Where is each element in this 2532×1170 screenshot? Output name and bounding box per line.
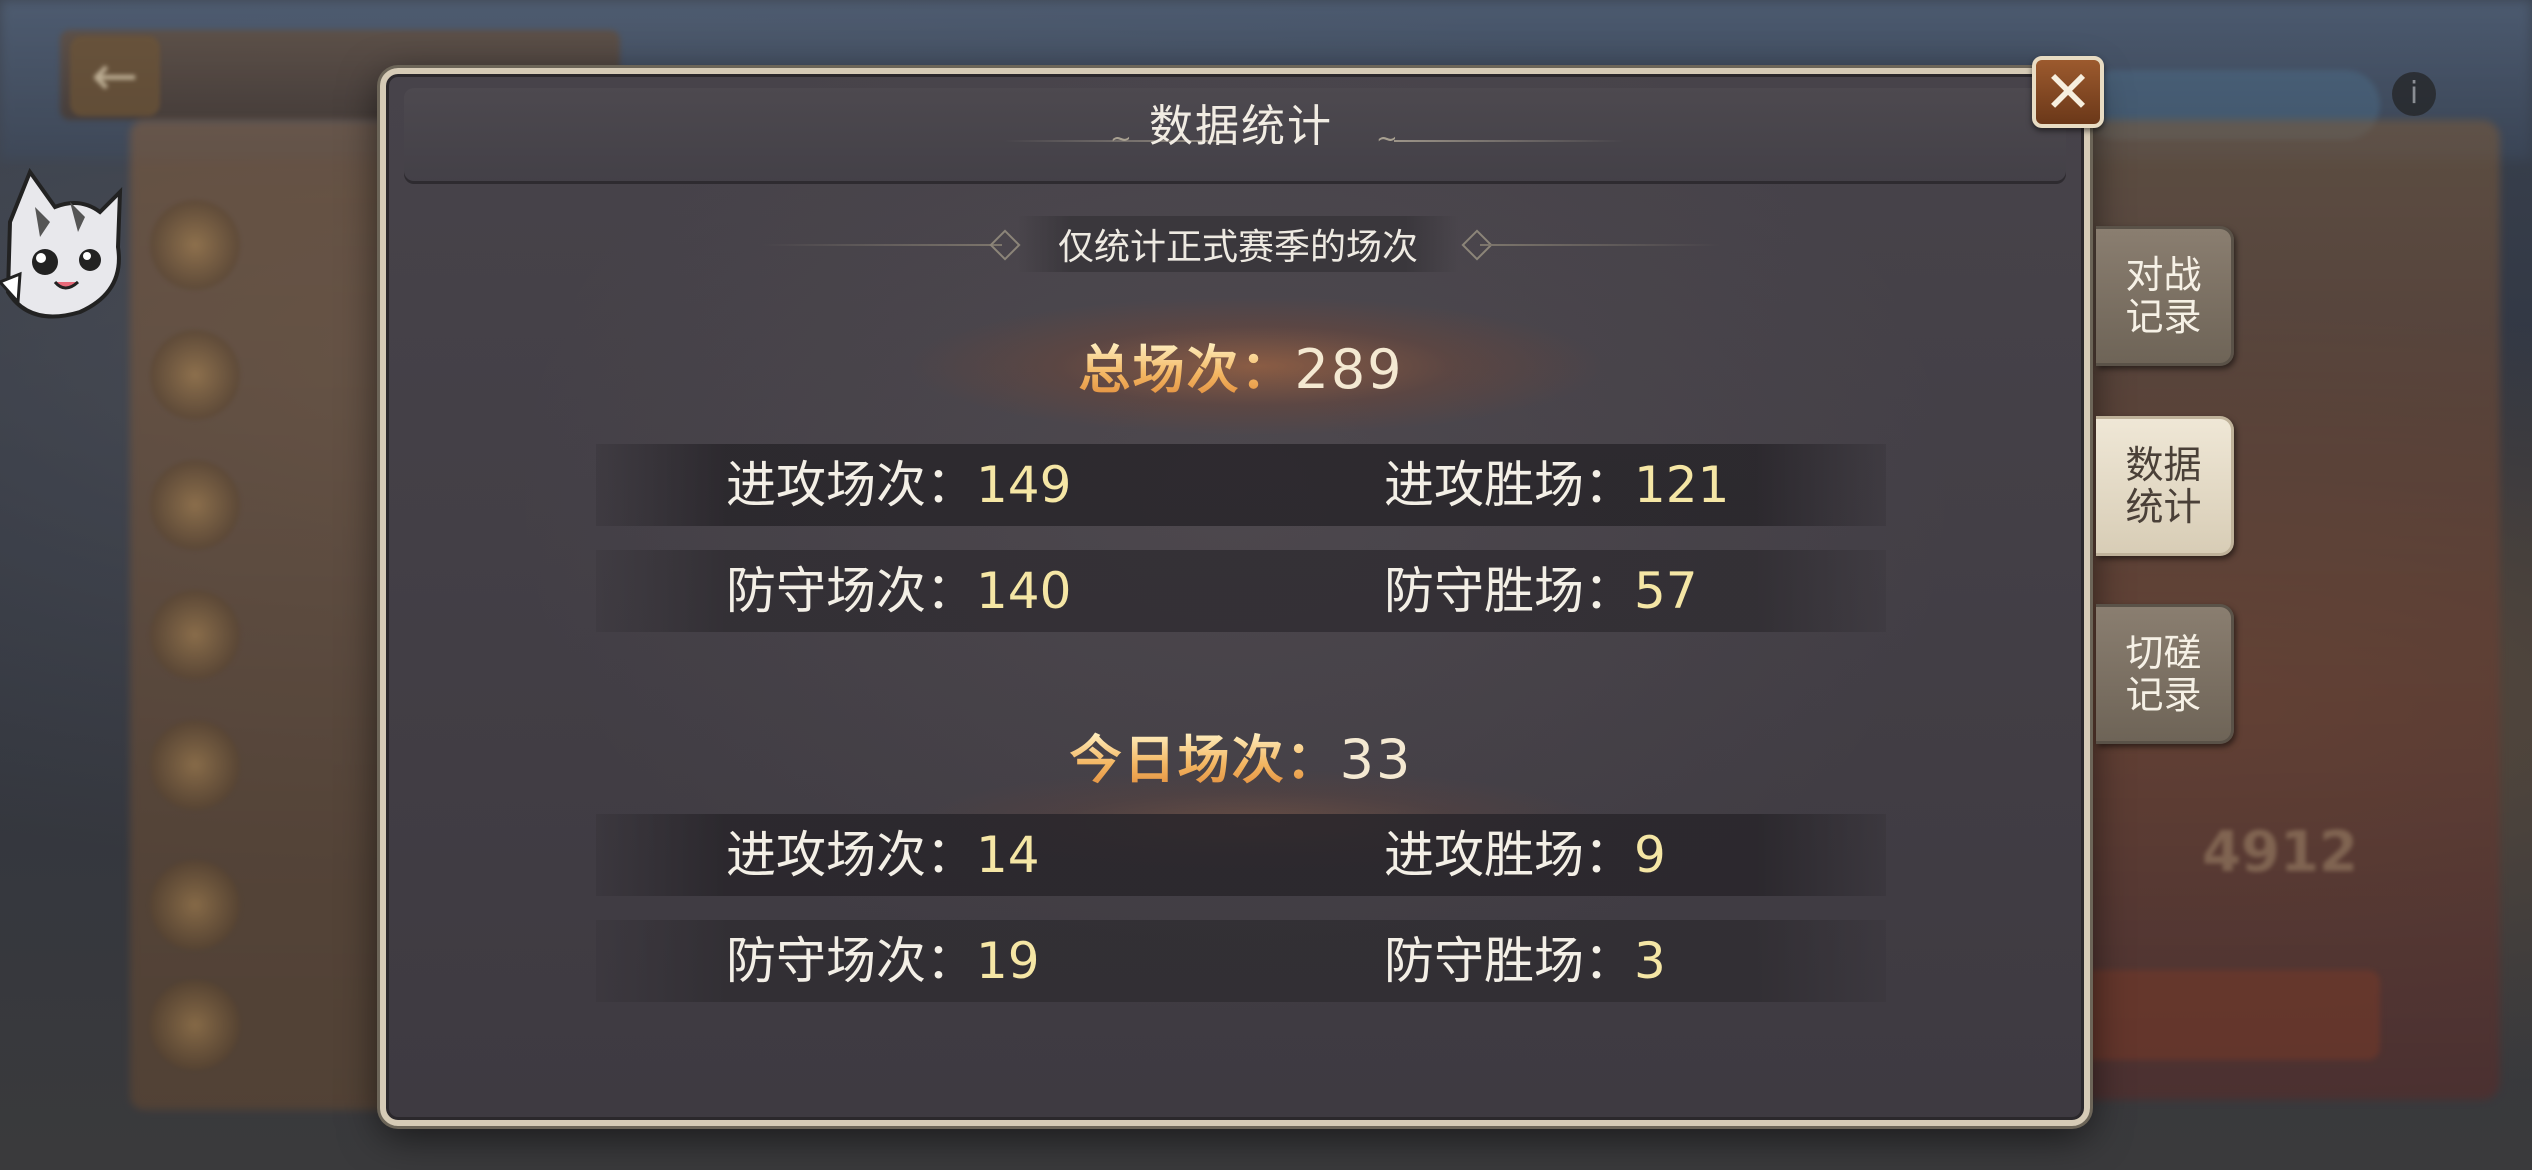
background-challenge-button [2080, 970, 2380, 1060]
tab-data-statistics[interactable]: 数据统计 [2096, 416, 2234, 556]
defense-count-value: 19 [976, 932, 1040, 990]
attack-count-value: 14 [976, 826, 1040, 884]
total-attack-count: 进攻场次：149 [726, 444, 1071, 526]
attack-count-label: 进攻场次： [726, 826, 976, 884]
total-matches-label: 总场次： [1078, 341, 1295, 401]
tab-sparring-records[interactable]: 切磋记录 [2096, 604, 2234, 744]
total-matches-value: 289 [1294, 338, 1404, 401]
background-menu-icon [150, 200, 240, 290]
background-menu-icon [150, 460, 240, 550]
subtitle-line-right [1480, 244, 1720, 246]
today-defense-count: 防守场次：19 [726, 920, 1040, 1002]
background-score: 4912 [2202, 820, 2358, 885]
subtitle-note: 仅统计正式赛季的场次 [1018, 216, 1458, 272]
tab-data-statistics-label: 数据统计 [2125, 443, 2202, 529]
attack-wins-label: 进攻胜场： [1384, 456, 1634, 514]
total-attack-wins: 进攻胜场：121 [1384, 444, 1729, 526]
today-attack-wins: 进攻胜场：9 [1384, 814, 1666, 896]
attack-wins-value: 9 [1634, 826, 1666, 884]
tab-battle-records-label: 对战记录 [2125, 253, 2202, 339]
defense-count-label: 防守场次： [726, 562, 976, 620]
today-defense-wins: 防守胜场：3 [1384, 920, 1666, 1002]
today-attack-row: 进攻场次：14 进攻胜场：9 [596, 814, 1886, 896]
subtitle-diamond-icon [989, 229, 1021, 261]
close-button[interactable]: ✕ [2032, 56, 2104, 128]
total-defense-wins: 防守胜场：57 [1384, 550, 1698, 632]
background-menu-icon [150, 590, 240, 680]
background-menu-icon [150, 980, 240, 1070]
total-attack-row: 进攻场次：149 进攻胜场：121 [596, 444, 1886, 526]
attack-wins-value: 121 [1634, 456, 1730, 514]
today-matches-label: 今日场次： [1069, 731, 1340, 791]
background-menu-icon [150, 860, 240, 950]
defense-wins-value: 57 [1634, 562, 1698, 620]
defense-wins-value: 3 [1634, 932, 1666, 990]
dialog-title: 数据统计 [1149, 101, 1333, 152]
defense-count-value: 140 [976, 562, 1072, 620]
defense-count-label: 防守场次： [726, 932, 976, 990]
back-arrow-icon: ← [70, 36, 160, 116]
attack-count-label: 进攻场次： [726, 456, 976, 514]
total-matches-title: 总场次：289 [386, 328, 2096, 403]
today-attack-count: 进攻场次：14 [726, 814, 1040, 896]
attack-count-value: 149 [976, 456, 1072, 514]
today-matches-value: 33 [1339, 728, 1413, 791]
total-defense-count: 防守场次：140 [726, 550, 1071, 632]
background-menu-icon [150, 330, 240, 420]
defense-wins-label: 防守胜场： [1384, 562, 1634, 620]
tab-sparring-records-label: 切磋记录 [2125, 631, 2202, 717]
background-menu-icon [150, 720, 240, 810]
info-icon: i [2392, 72, 2436, 116]
attack-wins-label: 进攻胜场： [1384, 826, 1634, 884]
today-matches-title: 今日场次：33 [386, 718, 2096, 793]
subtitle-line-left [762, 244, 1002, 246]
total-defense-row: 防守场次：140 防守胜场：57 [596, 550, 1886, 632]
tab-battle-records[interactable]: 对战记录 [2096, 226, 2234, 366]
today-defense-row: 防守场次：19 防守胜场：3 [596, 920, 1886, 1002]
close-icon: ✕ [2043, 58, 2093, 126]
data-statistics-dialog: ~ ~ 数据统计 仅统计正式赛季的场次 总场次：289 进攻场次：149 进攻胜… [380, 68, 2090, 1126]
defense-wins-label: 防守胜场： [1384, 932, 1634, 990]
cat-mascot-icon [0, 167, 123, 319]
